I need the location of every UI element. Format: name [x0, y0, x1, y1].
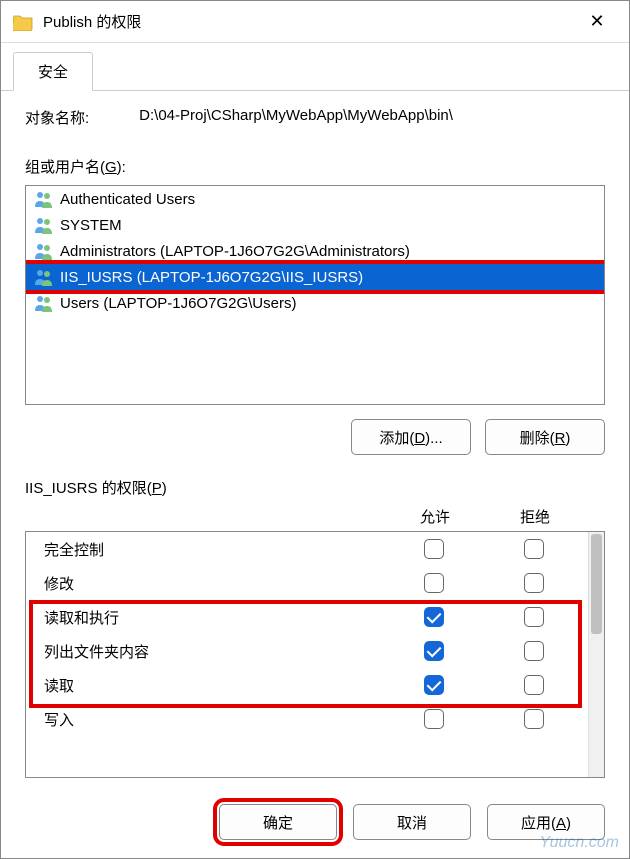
user-name: Administrators (LAPTOP-1J6O7G2G\Administ…: [60, 243, 410, 260]
permissions-label: IIS_IUSRS 的权限(P): [25, 477, 605, 498]
deny-checkbox[interactable]: [524, 675, 544, 695]
user-list[interactable]: Authenticated Users SYSTEM Administrators …: [25, 185, 605, 405]
header-deny: 拒绝: [485, 506, 585, 527]
users-group-icon: [34, 294, 54, 312]
permission-row: 读取: [26, 668, 588, 702]
remove-button[interactable]: 删除(R): [485, 419, 605, 455]
deny-checkbox[interactable]: [524, 539, 544, 559]
permission-name: 修改: [44, 573, 384, 594]
deny-checkbox[interactable]: [524, 641, 544, 661]
allow-checkbox[interactable]: [424, 607, 444, 627]
apply-button[interactable]: 应用(A): [487, 804, 605, 840]
permission-row: 列出文件夹内容: [26, 634, 588, 668]
ok-button[interactable]: 确定: [219, 804, 337, 840]
deny-checkbox[interactable]: [524, 607, 544, 627]
tab-security[interactable]: 安全: [13, 52, 93, 91]
permission-name: 列出文件夹内容: [44, 641, 384, 662]
user-row[interactable]: Administrators (LAPTOP-1J6O7G2G\Administ…: [26, 238, 604, 264]
deny-checkbox[interactable]: [524, 573, 544, 593]
add-button[interactable]: 添加(D)...: [351, 419, 471, 455]
permission-name: 写入: [44, 709, 384, 730]
users-group-icon: [34, 190, 54, 208]
user-row[interactable]: Authenticated Users: [26, 186, 604, 212]
users-group-icon: [34, 242, 54, 260]
permission-row: 写入: [26, 702, 588, 736]
titlebar: Publish 的权限 ✕: [1, 1, 629, 43]
user-name: Authenticated Users: [60, 191, 195, 208]
user-buttons-row: 添加(D)... 删除(R): [25, 419, 605, 455]
object-name-label: 对象名称:: [25, 107, 89, 128]
deny-checkbox[interactable]: [524, 709, 544, 729]
user-row[interactable]: IIS_IUSRS (LAPTOP-1J6O7G2G\IIS_IUSRS): [26, 264, 604, 290]
tab-body: 对象名称: D:\04-Proj\CSharp\MyWebApp\MyWebAp…: [1, 90, 629, 790]
object-name-row: 对象名称: D:\04-Proj\CSharp\MyWebApp\MyWebAp…: [25, 107, 605, 128]
user-name: SYSTEM: [60, 217, 122, 234]
close-button[interactable]: ✕: [577, 11, 617, 32]
user-name: IIS_IUSRS (LAPTOP-1J6O7G2G\IIS_IUSRS): [60, 269, 363, 286]
users-group-icon: [34, 268, 54, 286]
allow-checkbox[interactable]: [424, 709, 444, 729]
user-row[interactable]: SYSTEM: [26, 212, 604, 238]
users-group-icon: [34, 216, 54, 234]
permission-name: 读取: [44, 675, 384, 696]
permission-name: 完全控制: [44, 539, 384, 560]
permission-row: 修改: [26, 566, 588, 600]
scrollbar-thumb[interactable]: [591, 534, 602, 634]
dialog-buttons: 确定 取消 应用(A): [1, 790, 629, 858]
window-title: Publish 的权限: [43, 11, 577, 32]
permission-row: 读取和执行: [26, 600, 588, 634]
cancel-button[interactable]: 取消: [353, 804, 471, 840]
object-name-value: D:\04-Proj\CSharp\MyWebApp\MyWebApp\bin\: [139, 107, 453, 128]
group-users-label: 组或用户名(G):: [25, 156, 605, 177]
user-name: Users (LAPTOP-1J6O7G2G\Users): [60, 295, 296, 312]
allow-checkbox[interactable]: [424, 539, 444, 559]
user-row[interactable]: Users (LAPTOP-1J6O7G2G\Users): [26, 290, 604, 316]
permission-row: 完全控制: [26, 532, 588, 566]
allow-checkbox[interactable]: [424, 573, 444, 593]
allow-checkbox[interactable]: [424, 641, 444, 661]
allow-checkbox[interactable]: [424, 675, 444, 695]
scrollbar[interactable]: [588, 532, 604, 777]
permissions-list: 完全控制修改读取和执行列出文件夹内容读取写入: [25, 531, 605, 778]
tab-strip: 安全: [1, 43, 629, 90]
permission-name: 读取和执行: [44, 607, 384, 628]
permissions-header: 允许 拒绝: [25, 506, 605, 531]
header-allow: 允许: [385, 506, 485, 527]
permissions-scroll[interactable]: 完全控制修改读取和执行列出文件夹内容读取写入: [26, 532, 588, 777]
dialog-window: Publish 的权限 ✕ 安全 对象名称: D:\04-Proj\CSharp…: [0, 0, 630, 859]
folder-icon: [13, 13, 33, 31]
